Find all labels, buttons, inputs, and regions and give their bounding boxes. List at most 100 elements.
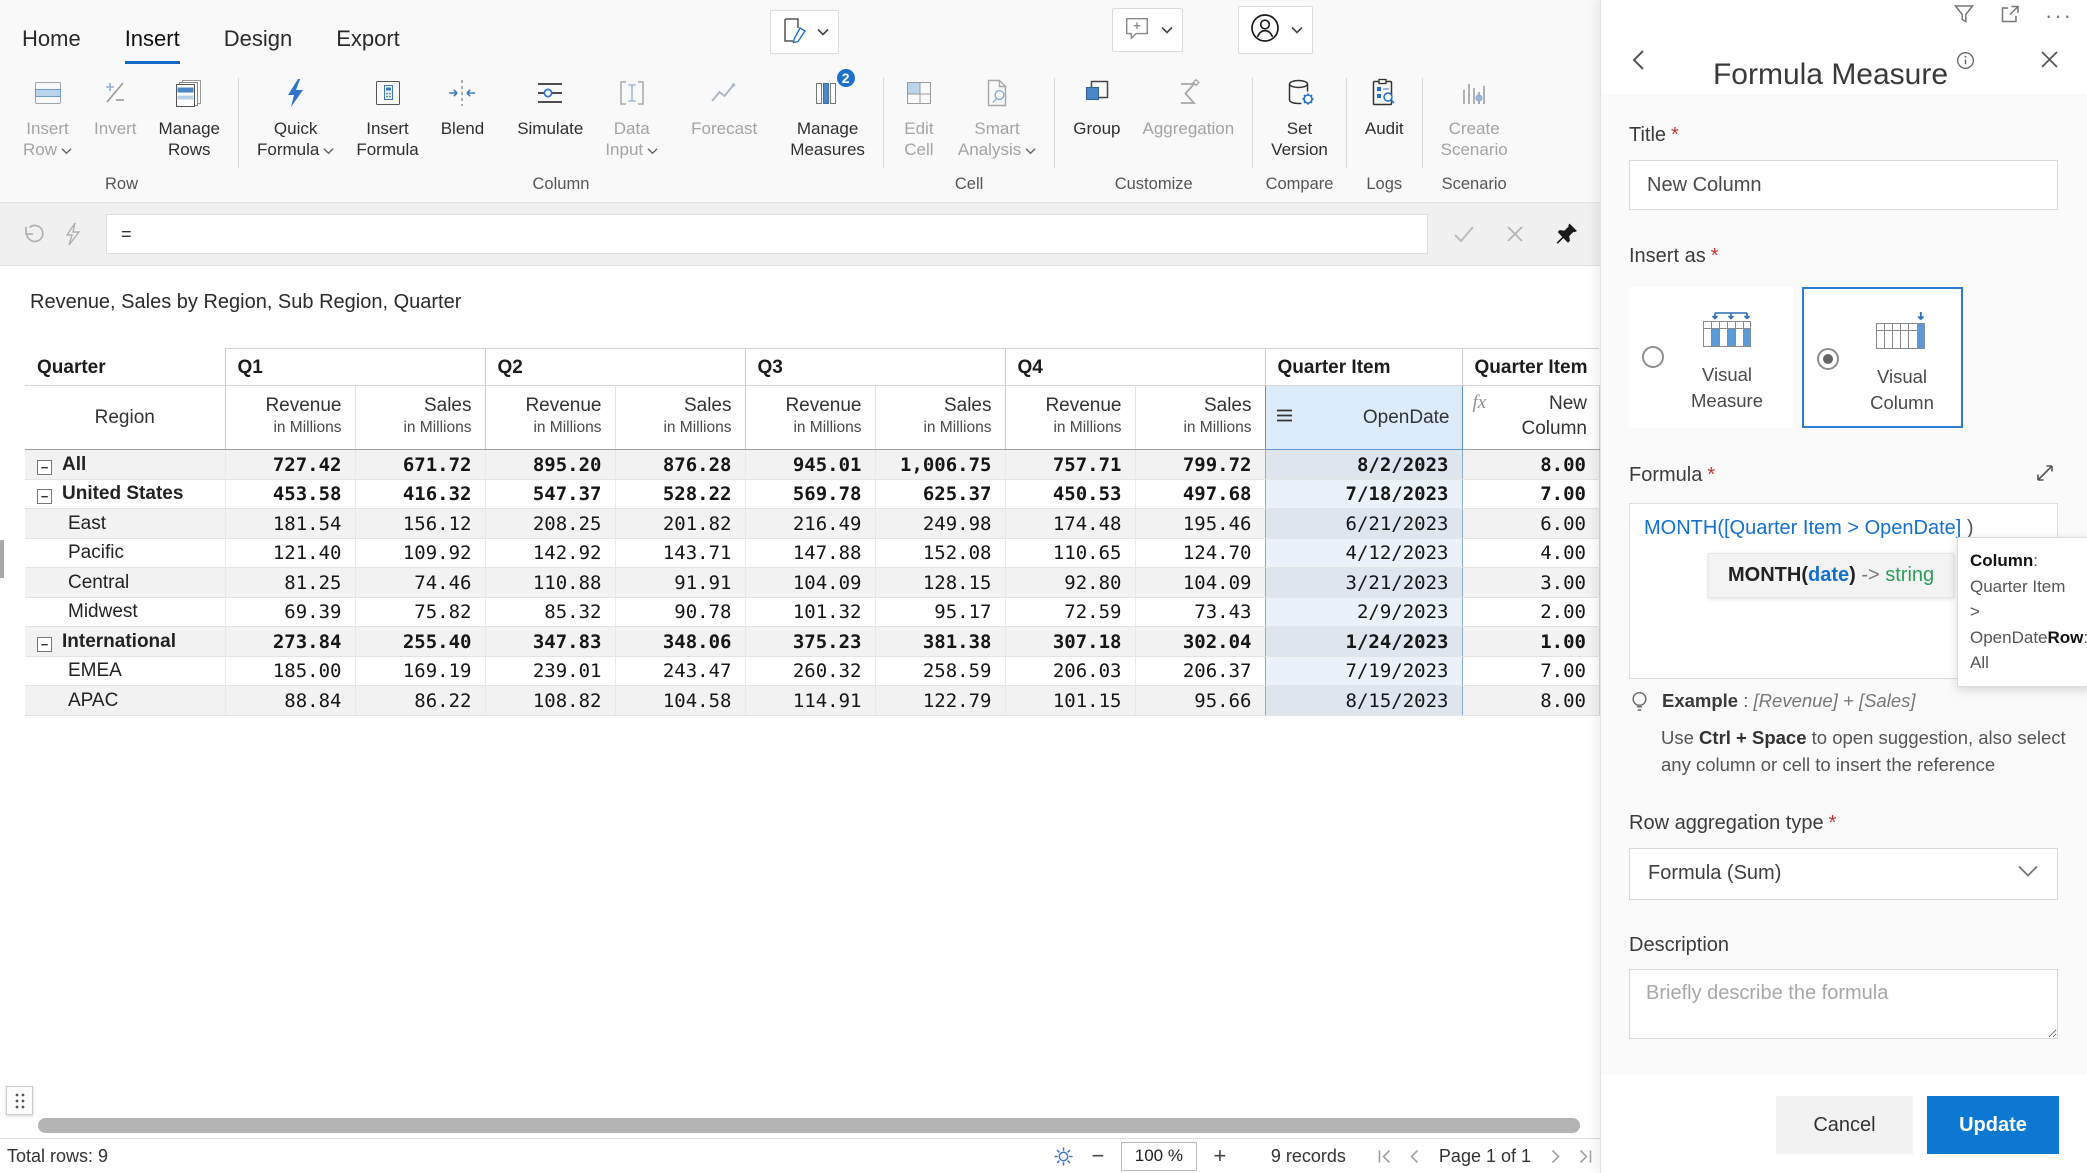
last-page-icon[interactable] — [1577, 1148, 1594, 1165]
cell-q1-sales[interactable]: 671.72 — [354, 449, 485, 480]
row-header-region[interactable]: Region — [25, 385, 225, 451]
column-header-quarter-item-2[interactable]: Quarter Item — [1461, 348, 1600, 386]
ribbon-button-audit[interactable]: Audit — [1354, 68, 1415, 140]
cell-q1-revenue[interactable]: 453.58 — [224, 479, 355, 510]
cell-q4-revenue[interactable]: 110.65 — [1004, 538, 1135, 569]
cell-q1-revenue[interactable]: 181.54 — [224, 508, 355, 539]
zoom-level[interactable]: 100 % — [1120, 1141, 1197, 1171]
cell-q3-revenue[interactable]: 216.49 — [744, 508, 875, 539]
cell-q4-sales[interactable]: 73.43 — [1134, 597, 1265, 628]
subheader-q1-sales[interactable]: Sales in Millions — [354, 385, 485, 451]
row-label-pacific[interactable]: Pacific — [25, 538, 225, 569]
cell-q4-sales[interactable]: 124.70 — [1134, 538, 1265, 569]
cell-q4-sales[interactable]: 206.37 — [1134, 656, 1265, 687]
ribbon-button-quick-formula[interactable]: Quick Formula — [246, 68, 345, 160]
previous-page-icon[interactable] — [1407, 1148, 1421, 1165]
cell-q3-sales[interactable]: 152.08 — [874, 538, 1005, 569]
filter-icon[interactable] — [1953, 3, 1975, 30]
cell-opendate[interactable]: 7/18/2023 — [1264, 479, 1463, 510]
radio-unchecked-icon[interactable] — [1642, 346, 1664, 368]
cell-q4-revenue[interactable]: 101.15 — [1004, 685, 1135, 716]
cell-q3-sales[interactable]: 122.79 — [874, 685, 1005, 716]
row-label-international[interactable]: − International — [25, 626, 225, 657]
horizontal-scrollbar[interactable] — [38, 1118, 1592, 1133]
annotate-view-button[interactable] — [770, 10, 839, 54]
cell-q1-revenue[interactable]: 121.40 — [224, 538, 355, 569]
row-label-apac[interactable]: APAC — [25, 685, 225, 716]
zoom-out-button[interactable]: − — [1089, 1143, 1107, 1169]
title-field[interactable] — [1629, 160, 2058, 210]
cell-q2-revenue[interactable]: 85.32 — [484, 597, 615, 628]
cell-q1-revenue[interactable]: 81.25 — [224, 567, 355, 598]
cell-q2-revenue[interactable]: 547.37 — [484, 479, 615, 510]
row-label-all[interactable]: − All — [25, 449, 225, 480]
column-header-quarter-item-1[interactable]: Quarter Item — [1264, 348, 1462, 386]
cell-new-column[interactable]: 7.00 — [1462, 656, 1600, 687]
cell-new-column[interactable]: 2.00 — [1462, 597, 1600, 628]
cell-opendate[interactable]: 4/12/2023 — [1264, 538, 1463, 569]
cell-new-column[interactable]: 8.00 — [1462, 449, 1600, 480]
cell-q2-sales[interactable]: 91.91 — [614, 567, 745, 598]
cell-q2-revenue[interactable]: 108.82 — [484, 685, 615, 716]
row-label-emea[interactable]: EMEA — [25, 656, 225, 687]
subheader-q4-sales[interactable]: Sales in Millions — [1134, 385, 1265, 451]
collapse-icon[interactable]: − — [37, 636, 52, 652]
cell-q4-sales[interactable]: 497.68 — [1134, 479, 1265, 510]
aggregation-select[interactable]: Formula (Sum) — [1629, 847, 2058, 900]
column-header-q2[interactable]: Q2 — [484, 348, 745, 386]
cell-q2-sales[interactable]: 201.82 — [614, 508, 745, 539]
cell-q1-sales[interactable]: 416.32 — [354, 479, 485, 510]
cell-q3-revenue[interactable]: 114.91 — [744, 685, 875, 716]
column-header-q1[interactable]: Q1 — [224, 348, 485, 386]
cell-q4-revenue[interactable]: 307.18 — [1004, 626, 1135, 657]
column-header-q4[interactable]: Q4 — [1004, 348, 1265, 386]
expand-editor-icon[interactable] — [2033, 461, 2057, 490]
cell-q1-sales[interactable]: 75.82 — [354, 597, 485, 628]
cell-q4-sales[interactable]: 95.66 — [1134, 685, 1265, 716]
cell-q1-sales[interactable]: 169.19 — [354, 656, 485, 687]
cell-q4-sales[interactable]: 195.46 — [1134, 508, 1265, 539]
scrollbar-thumb[interactable] — [38, 1118, 1580, 1133]
collapse-icon[interactable]: − — [37, 489, 52, 505]
option-visual-column[interactable]: Visual Column — [1802, 287, 1963, 428]
cell-q4-revenue[interactable]: 206.03 — [1004, 656, 1135, 687]
cell-q4-revenue[interactable]: 174.48 — [1004, 508, 1135, 539]
cell-opendate[interactable]: 2/9/2023 — [1264, 597, 1463, 628]
cell-q1-sales[interactable]: 74.46 — [354, 567, 485, 598]
cell-q2-sales[interactable]: 528.22 — [614, 479, 745, 510]
ribbon-button-insert-formula[interactable]: Insert Formula — [345, 68, 429, 160]
ribbon-button-group[interactable]: Group — [1062, 68, 1131, 140]
cell-q1-sales[interactable]: 156.12 — [354, 508, 485, 539]
subheader-q4-revenue[interactable]: Revenue in Millions — [1004, 385, 1135, 451]
more-options-icon[interactable]: ··· — [2045, 5, 2073, 27]
cell-opendate[interactable]: 6/21/2023 — [1264, 508, 1463, 539]
subheader-q2-revenue[interactable]: Revenue in Millions — [484, 385, 615, 451]
cell-q3-sales[interactable]: 258.59 — [874, 656, 1005, 687]
formula-editor[interactable]: MONTH([Quarter Item > OpenDate] ) MONTH(… — [1629, 503, 2087, 687]
cell-q3-revenue[interactable]: 569.78 — [744, 479, 875, 510]
cell-q2-sales[interactable]: 143.71 — [614, 538, 745, 569]
cell-new-column[interactable]: 8.00 — [1462, 685, 1600, 716]
cell-q2-revenue[interactable]: 142.92 — [484, 538, 615, 569]
cell-opendate[interactable]: 8/15/2023 — [1264, 685, 1463, 716]
collapse-icon[interactable]: − — [37, 459, 52, 475]
cell-new-column[interactable]: 3.00 — [1462, 567, 1600, 598]
add-comment-button[interactable] — [1112, 8, 1183, 52]
cell-new-column[interactable]: 1.00 — [1462, 626, 1600, 657]
first-page-icon[interactable] — [1376, 1148, 1393, 1165]
subheader-q3-revenue[interactable]: Revenue in Millions — [744, 385, 875, 451]
row-label-central[interactable]: Central — [25, 567, 225, 598]
description-field[interactable] — [1629, 968, 2058, 1039]
cell-q3-revenue[interactable]: 375.23 — [744, 626, 875, 657]
option-visual-measure[interactable]: Visual Measure — [1629, 287, 1793, 428]
ribbon-button-blend[interactable]: Blend — [430, 68, 495, 140]
subheader-new-column[interactable]: fx New Column — [1462, 385, 1600, 451]
info-icon[interactable] — [1956, 44, 1975, 78]
cell-q4-revenue[interactable]: 72.59 — [1004, 597, 1135, 628]
formula-input[interactable] — [106, 214, 1428, 254]
expand-window-icon[interactable] — [1999, 3, 2021, 30]
cell-q2-sales[interactable]: 90.78 — [614, 597, 745, 628]
cell-q2-revenue[interactable]: 895.20 — [484, 449, 615, 480]
cell-q1-revenue[interactable]: 88.84 — [224, 685, 355, 716]
column-header-q3[interactable]: Q3 — [744, 348, 1005, 386]
